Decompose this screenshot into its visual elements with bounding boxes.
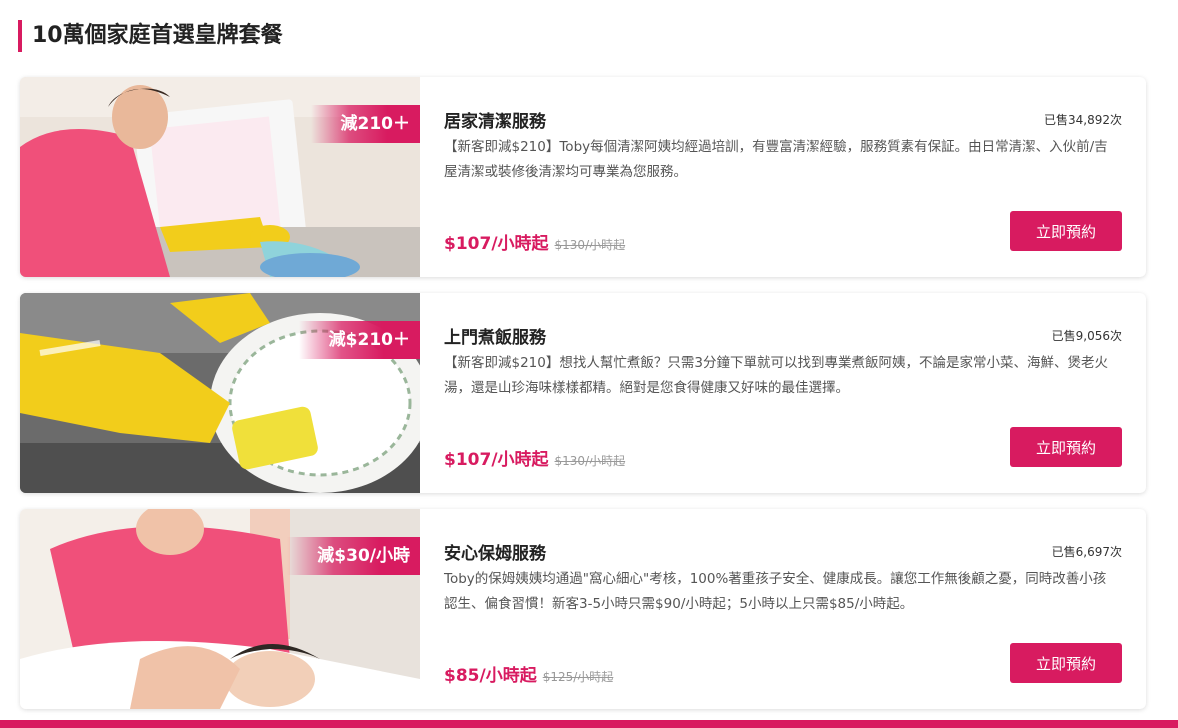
card-body: 安心保姆服務 已售6,697次 Toby的保姆姨姨均通過"窩心細心"考核，100… (444, 509, 1122, 709)
footer-accent-bar (0, 720, 1178, 728)
service-description: 【新客即減$210】想找人幫忙煮飯？只需3分鐘下單就可以找到專業煮飯阿姨，不論是… (444, 355, 1108, 396)
sold-count: 已售9,056次 (1051, 329, 1122, 343)
price: $85/小時起 (444, 666, 537, 686)
sold-count: 已售34,892次 (1044, 113, 1122, 127)
original-price: $130/小時起 (554, 238, 626, 252)
book-now-button[interactable]: 立即預約 (1010, 211, 1122, 251)
service-title[interactable]: 居家清潔服務 (444, 107, 546, 132)
price-row: $107/小時起 $130/小時起 (444, 229, 625, 254)
service-description: 【新客即減$210】Toby每個清潔阿姨均經過培訓，有豐富清潔經驗，服務質素有保… (444, 139, 1108, 180)
price: $107/小時起 (444, 234, 549, 254)
price: $107/小時起 (444, 450, 549, 470)
card-body: 居家清潔服務 已售34,892次 【新客即減$210】Toby每個清潔阿姨均經過… (444, 77, 1122, 277)
service-description: Toby的保姆姨姨均通過"窩心細心"考核，100%著重孩子安全、健康成長。讓您工… (444, 571, 1107, 612)
original-price: $130/小時起 (554, 454, 626, 468)
price-row: $85/小時起 $125/小時起 (444, 661, 613, 686)
nanny-service-photo[interactable]: 減$30/小時 (20, 509, 420, 709)
original-price: $125/小時起 (542, 670, 614, 684)
discount-badge: 減$30/小時 (287, 537, 420, 575)
service-title[interactable]: 上門煮飯服務 (444, 323, 546, 348)
service-card-cleaning[interactable]: 減210＋ 居家清潔服務 已售34,892次 【新客即減$210】Toby每個清… (20, 77, 1146, 277)
book-now-button[interactable]: 立即預約 (1010, 427, 1122, 467)
price-row: $107/小時起 $130/小時起 (444, 445, 625, 470)
cooking-service-photo[interactable]: 減$210＋ (20, 293, 420, 493)
discount-badge: 減210＋ (310, 105, 420, 143)
service-card-cooking[interactable]: 減$210＋ 上門煮飯服務 已售9,056次 【新客即減$210】想找人幫忙煮飯… (20, 293, 1146, 493)
service-card-nanny[interactable]: 減$30/小時 安心保姆服務 已售6,697次 Toby的保姆姨姨均通過"窩心細… (20, 509, 1146, 709)
book-now-button[interactable]: 立即預約 (1010, 643, 1122, 683)
card-body: 上門煮飯服務 已售9,056次 【新客即減$210】想找人幫忙煮飯？只需3分鐘下… (444, 293, 1122, 493)
discount-badge: 減$210＋ (298, 321, 420, 359)
sold-count: 已售6,697次 (1051, 545, 1122, 559)
section-title: 10萬個家庭首選皇牌套餐 (18, 20, 283, 52)
service-title[interactable]: 安心保姆服務 (444, 539, 546, 564)
cleaning-service-photo[interactable]: 減210＋ (20, 77, 420, 277)
